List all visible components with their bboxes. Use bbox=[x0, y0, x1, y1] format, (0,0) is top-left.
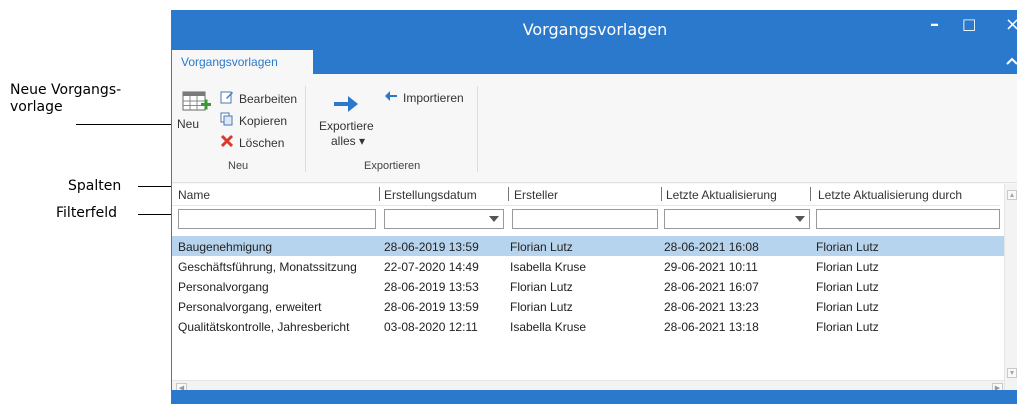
exportiere-label: Exportiere bbox=[319, 119, 374, 133]
cell-erstellungsdatum: 28-06-2019 13:59 bbox=[384, 300, 479, 314]
title-bar: Vorgangsvorlagen – □ × bbox=[172, 10, 1017, 50]
kopieren-button[interactable]: Kopieren bbox=[220, 112, 287, 129]
cell-ersteller: Isabella Kruse bbox=[510, 260, 587, 274]
loeschen-button[interactable]: Löschen bbox=[220, 134, 284, 151]
column-header-erstellungsdatum[interactable]: Erstellungsdatum bbox=[384, 188, 477, 202]
table-row[interactable]: Geschäftsführung, Monatssitzung 22-07-20… bbox=[172, 256, 1004, 276]
edit-icon bbox=[220, 90, 234, 107]
callout-line-spalten bbox=[138, 186, 172, 187]
callout-text-line-2: vorlage bbox=[10, 99, 63, 115]
table-row[interactable]: Qualitätskontrolle, Jahresbericht 03-08-… bbox=[172, 316, 1004, 336]
table-row[interactable]: Baugenehmigung 28-06-2019 13:59 Florian … bbox=[172, 236, 1004, 256]
column-header-letzte-aktualisierung-durch[interactable]: Letzte Aktualisierung durch bbox=[818, 188, 962, 202]
exportiere-alles-button[interactable]: Exportiere alles ▾ bbox=[318, 94, 378, 154]
exportiere-label-2: alles ▾ bbox=[331, 134, 366, 148]
table-row[interactable]: Personalvorgang, erweitert 28-06-2019 13… bbox=[172, 296, 1004, 316]
column-header-letzte-aktualisierung[interactable]: Letzte Aktualisierung bbox=[666, 188, 777, 202]
cell-name: Personalvorgang bbox=[178, 280, 269, 294]
cell-erstellungsdatum: 28-06-2019 13:53 bbox=[384, 280, 479, 294]
scroll-up-icon[interactable]: ▲ bbox=[1007, 190, 1017, 200]
cell-letzte-aktualisierung: 29-06-2021 10:11 bbox=[664, 260, 758, 274]
bearbeiten-button[interactable]: Bearbeiten bbox=[220, 90, 297, 107]
cell-letzte-aktualisierung: 28-06-2021 13:23 bbox=[664, 300, 759, 314]
ribbon: Neu Bearbeiten Kopieren Löschen Neu Expo… bbox=[172, 74, 1017, 183]
importieren-button[interactable]: Importieren bbox=[384, 90, 464, 105]
filter-letzte-aktualisierung-durch-input[interactable] bbox=[816, 209, 1000, 229]
importieren-label: Importieren bbox=[403, 90, 464, 105]
kopieren-label: Kopieren bbox=[239, 113, 288, 128]
group-separator bbox=[305, 86, 306, 172]
cell-ersteller: Florian Lutz bbox=[510, 280, 573, 294]
column-separator[interactable] bbox=[661, 187, 662, 201]
export-arrow-icon bbox=[333, 94, 359, 119]
minimize-button[interactable]: – bbox=[930, 14, 939, 35]
cell-name: Geschäftsführung, Monatssitzung bbox=[178, 260, 357, 274]
dropdown-arrow-icon bbox=[795, 216, 805, 222]
table-row[interactable]: Personalvorgang 28-06-2019 13:53 Florian… bbox=[172, 276, 1004, 296]
neu-label: Neu bbox=[177, 117, 200, 131]
filter-ersteller-input[interactable] bbox=[512, 209, 658, 229]
cell-name: Baugenehmigung bbox=[178, 240, 273, 254]
dropdown-arrow-icon bbox=[489, 216, 499, 222]
cell-name: Personalvorgang, erweitert bbox=[178, 300, 322, 314]
cell-erstellungsdatum: 22-07-2020 14:49 bbox=[384, 260, 479, 274]
group-label-exportieren: Exportieren bbox=[364, 160, 421, 172]
callout-spalten: Spalten bbox=[68, 178, 122, 194]
neu-button[interactable]: Neu bbox=[177, 90, 213, 138]
vertical-scrollbar[interactable]: ▲ ▼ bbox=[1004, 184, 1017, 390]
cell-letzte-aktualisierung-durch: Florian Lutz bbox=[816, 240, 879, 254]
window-title: Vorgangsvorlagen bbox=[522, 20, 668, 39]
close-button[interactable]: × bbox=[1005, 14, 1017, 35]
cell-erstellungsdatum: 28-06-2019 13:59 bbox=[384, 240, 479, 254]
cell-name: Qualitätskontrolle, Jahresbericht bbox=[178, 320, 350, 334]
import-arrow-icon bbox=[384, 90, 398, 105]
column-header-ersteller[interactable]: Ersteller bbox=[514, 188, 558, 202]
status-bar bbox=[172, 390, 1017, 404]
bearbeiten-label: Bearbeiten bbox=[239, 91, 298, 106]
cell-ersteller: Florian Lutz bbox=[510, 300, 573, 314]
cell-letzte-aktualisierung-durch: Florian Lutz bbox=[816, 300, 879, 314]
callout-line-neu bbox=[76, 124, 172, 125]
cell-letzte-aktualisierung-durch: Florian Lutz bbox=[816, 320, 879, 334]
callout-text-line-1: Neue Vorgangs- bbox=[10, 82, 122, 98]
cell-letzte-aktualisierung: 28-06-2021 16:08 bbox=[664, 240, 759, 254]
callout-neue-vorgangsvorlage: Neue Vorgangs- vorlage bbox=[10, 82, 121, 116]
cell-ersteller: Isabella Kruse bbox=[510, 320, 587, 334]
column-separator[interactable] bbox=[508, 187, 509, 201]
data-grid: Name Erstellungsdatum Ersteller Letzte A… bbox=[172, 184, 1017, 394]
cell-ersteller: Florian Lutz bbox=[510, 240, 573, 254]
tab-strip: Vorgangsvorlagen bbox=[172, 50, 1017, 75]
group-label-neu: Neu bbox=[228, 160, 249, 172]
callout-line-filterfeld bbox=[138, 214, 172, 215]
filter-name-input[interactable] bbox=[178, 209, 376, 229]
scroll-down-icon[interactable]: ▼ bbox=[1007, 368, 1017, 378]
callout-filterfeld: Filterfeld bbox=[56, 205, 117, 221]
new-table-icon bbox=[182, 90, 212, 119]
column-separator[interactable] bbox=[810, 187, 811, 201]
maximize-button[interactable]: □ bbox=[962, 15, 976, 33]
cell-letzte-aktualisierung-durch: Florian Lutz bbox=[816, 260, 879, 274]
column-header-row: Name Erstellungsdatum Ersteller Letzte A… bbox=[172, 184, 1000, 206]
column-separator[interactable] bbox=[379, 187, 380, 201]
delete-icon bbox=[220, 134, 234, 151]
loeschen-label: Löschen bbox=[239, 135, 285, 150]
cell-letzte-aktualisierung: 28-06-2021 16:07 bbox=[664, 280, 759, 294]
app-window: Vorgangsvorlagen – □ × Vorgangsvorlagen bbox=[171, 10, 1017, 404]
cell-erstellungsdatum: 03-08-2020 12:11 bbox=[384, 320, 478, 334]
tab-vorgangsvorlagen[interactable]: Vorgangsvorlagen bbox=[172, 50, 313, 75]
cell-letzte-aktualisierung: 28-06-2021 13:18 bbox=[664, 320, 759, 334]
cell-letzte-aktualisierung-durch: Florian Lutz bbox=[816, 280, 879, 294]
column-header-name[interactable]: Name bbox=[178, 188, 210, 202]
filter-erstellungsdatum-select[interactable] bbox=[384, 209, 504, 229]
copy-icon bbox=[220, 112, 234, 129]
ribbon-collapse-icon[interactable] bbox=[1006, 53, 1017, 69]
group-separator-2 bbox=[477, 86, 478, 172]
filter-letzte-aktualisierung-select[interactable] bbox=[664, 209, 810, 229]
